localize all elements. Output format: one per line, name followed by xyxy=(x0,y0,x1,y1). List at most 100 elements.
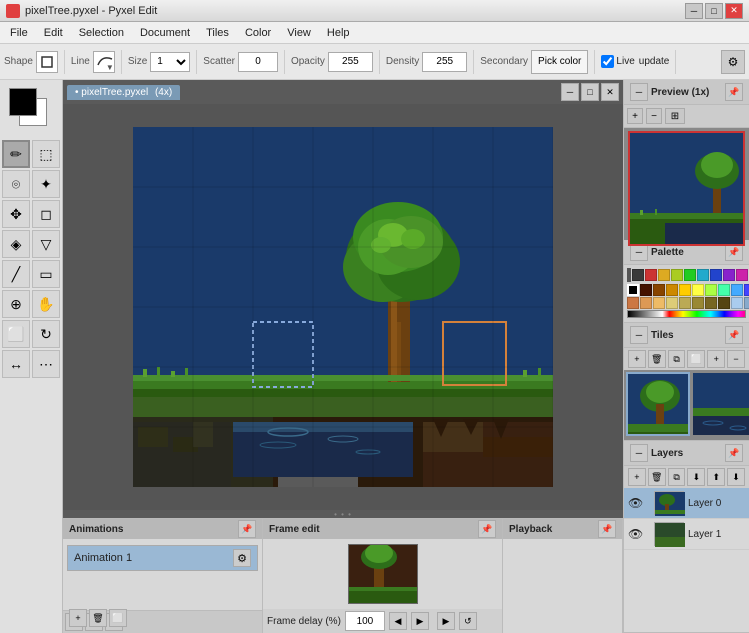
hand-tool-button[interactable]: ✋ xyxy=(32,290,60,318)
select-tool-button[interactable]: ⬚ xyxy=(32,140,60,168)
palette-color[interactable] xyxy=(658,269,670,281)
preview-grid-button[interactable]: ⊞ xyxy=(665,108,685,124)
select-tile-button[interactable]: ⬜ xyxy=(687,350,705,368)
layers-collapse-button[interactable]: ─ xyxy=(630,444,648,462)
palette-color[interactable] xyxy=(632,269,644,281)
tiles-collapse-button[interactable]: ─ xyxy=(630,326,648,344)
delete-animation-button[interactable]: 🗑 xyxy=(89,609,107,610)
add-animation-button[interactable]: + xyxy=(69,609,87,610)
palette-color[interactable] xyxy=(679,284,691,296)
extra-tool-button[interactable]: ⋯ xyxy=(32,350,60,378)
canvas-restore-button[interactable]: □ xyxy=(581,83,599,101)
pick-color-button[interactable]: Pick color xyxy=(531,50,588,74)
palette-color-selected[interactable] xyxy=(627,284,639,296)
frame-edit-pin-button[interactable]: 📌 xyxy=(478,520,496,538)
menu-item-edit[interactable]: Edit xyxy=(36,25,71,41)
canvas-minimize-button[interactable]: ─ xyxy=(561,83,579,101)
frame-play-button[interactable]: ▶ xyxy=(437,612,455,630)
palette-color[interactable] xyxy=(744,284,749,296)
move-layer-down-button[interactable]: ⬇ xyxy=(727,468,745,486)
palette-collapse-button[interactable]: ─ xyxy=(630,243,648,261)
palette-color[interactable] xyxy=(736,269,748,281)
pixel-canvas-container[interactable] xyxy=(133,127,553,487)
menu-item-view[interactable]: View xyxy=(279,25,319,41)
palette-color[interactable] xyxy=(671,269,683,281)
move-tool-button[interactable]: ✥ xyxy=(2,200,30,228)
palette-color[interactable] xyxy=(705,297,717,309)
close-button[interactable]: ✕ xyxy=(725,3,743,19)
scatter-input[interactable] xyxy=(238,52,278,72)
palette-gradient-bar[interactable] xyxy=(627,310,746,318)
palette-color[interactable] xyxy=(645,269,657,281)
live-update-checkbox[interactable] xyxy=(601,55,614,68)
layer-row-0[interactable]: 👁 Layer 0 xyxy=(624,488,749,519)
copy-tile-button[interactable]: ⧉ xyxy=(668,350,686,368)
anim-extra-button[interactable]: ⬜ xyxy=(109,609,127,610)
palette-color[interactable] xyxy=(666,284,678,296)
menu-item-document[interactable]: Document xyxy=(132,25,198,41)
preview-zoom-in-button[interactable]: + xyxy=(627,108,643,124)
copy-layer-button[interactable]: ⧉ xyxy=(668,468,686,486)
settings-button[interactable]: ⚙ xyxy=(721,50,745,74)
line-preview[interactable]: ▼ xyxy=(93,51,115,73)
canvas-close-button[interactable]: ✕ xyxy=(601,83,619,101)
opacity-input[interactable] xyxy=(328,52,373,72)
palette-color[interactable] xyxy=(640,297,652,309)
menu-item-tiles[interactable]: Tiles xyxy=(198,25,237,41)
palette-color[interactable] xyxy=(731,284,743,296)
palette-color[interactable] xyxy=(718,284,730,296)
tiles-pin-button[interactable]: 📌 xyxy=(725,326,743,344)
palette-color[interactable] xyxy=(692,284,704,296)
palette-color[interactable] xyxy=(692,297,704,309)
active-color-swatch[interactable] xyxy=(627,268,631,282)
add-tile-button[interactable]: + xyxy=(628,350,646,368)
merge-layer-button[interactable]: ⬇ xyxy=(687,468,705,486)
dropper-tool-button[interactable]: ◈ xyxy=(2,230,30,258)
lasso-tool-button[interactable]: ⌾ xyxy=(2,170,30,198)
layer-1-visibility-icon[interactable]: 👁 xyxy=(628,527,642,541)
tile-selected[interactable] xyxy=(626,372,690,436)
rect-tool-button[interactable]: ▭ xyxy=(32,260,60,288)
palette-pin-button[interactable]: 📌 xyxy=(725,243,743,261)
canvas-content[interactable] xyxy=(63,104,623,510)
maximize-button[interactable]: □ xyxy=(705,3,723,19)
preview-collapse-button[interactable]: ─ xyxy=(630,83,648,101)
density-input[interactable] xyxy=(422,52,467,72)
frame-delay-input[interactable] xyxy=(345,611,385,631)
palette-color[interactable] xyxy=(697,269,709,281)
frame-next-button[interactable]: ▶ xyxy=(411,612,429,630)
palette-color[interactable] xyxy=(684,269,696,281)
playback-pin-button[interactable]: 📌 xyxy=(598,520,616,538)
palette-color[interactable] xyxy=(666,297,678,309)
animation-settings-button[interactable]: ⚙ xyxy=(233,549,251,567)
frame-prev-button[interactable]: ◀ xyxy=(389,612,407,630)
frame-loop-button[interactable]: ↺ xyxy=(459,612,477,630)
mirror-tool-button[interactable]: ↔ xyxy=(2,350,30,378)
pencil-tool-button[interactable]: ✏ xyxy=(2,140,30,168)
palette-color[interactable] xyxy=(679,297,691,309)
preview-pin-button[interactable]: 📌 xyxy=(725,83,743,101)
rotate-tool-button[interactable]: ↻ xyxy=(32,320,60,348)
palette-color[interactable] xyxy=(653,297,665,309)
stamp-tool-button[interactable]: ⬜ xyxy=(2,320,30,348)
canvas-tab-main[interactable]: • pixelTree.pyxel (4x) xyxy=(67,85,180,100)
menu-item-file[interactable]: File xyxy=(2,25,36,41)
layer-row-1[interactable]: 👁 Layer 1 xyxy=(624,519,749,550)
palette-color[interactable] xyxy=(718,297,730,309)
canvas-resize-handle[interactable]: • • • xyxy=(63,510,623,518)
palette-color[interactable] xyxy=(744,297,749,309)
layers-pin-button[interactable]: 📌 xyxy=(725,444,743,462)
zoom-in-tile-button[interactable]: + xyxy=(707,350,725,368)
delete-layer-button[interactable]: 🗑 xyxy=(648,468,666,486)
line-tool-button[interactable]: ╱ xyxy=(2,260,30,288)
palette-color[interactable] xyxy=(653,284,665,296)
layer-0-visibility-icon[interactable]: 👁 xyxy=(628,496,642,510)
palette-color[interactable] xyxy=(705,284,717,296)
animations-pin-button[interactable]: 📌 xyxy=(238,520,256,538)
foreground-color[interactable] xyxy=(9,88,37,116)
tile-thumb-1[interactable] xyxy=(692,372,749,436)
minimize-button[interactable]: ─ xyxy=(685,3,703,19)
palette-color[interactable] xyxy=(627,297,639,309)
zoom-out-tile-button[interactable]: − xyxy=(727,350,745,368)
zoom-tool-button[interactable]: ⊕ xyxy=(2,290,30,318)
